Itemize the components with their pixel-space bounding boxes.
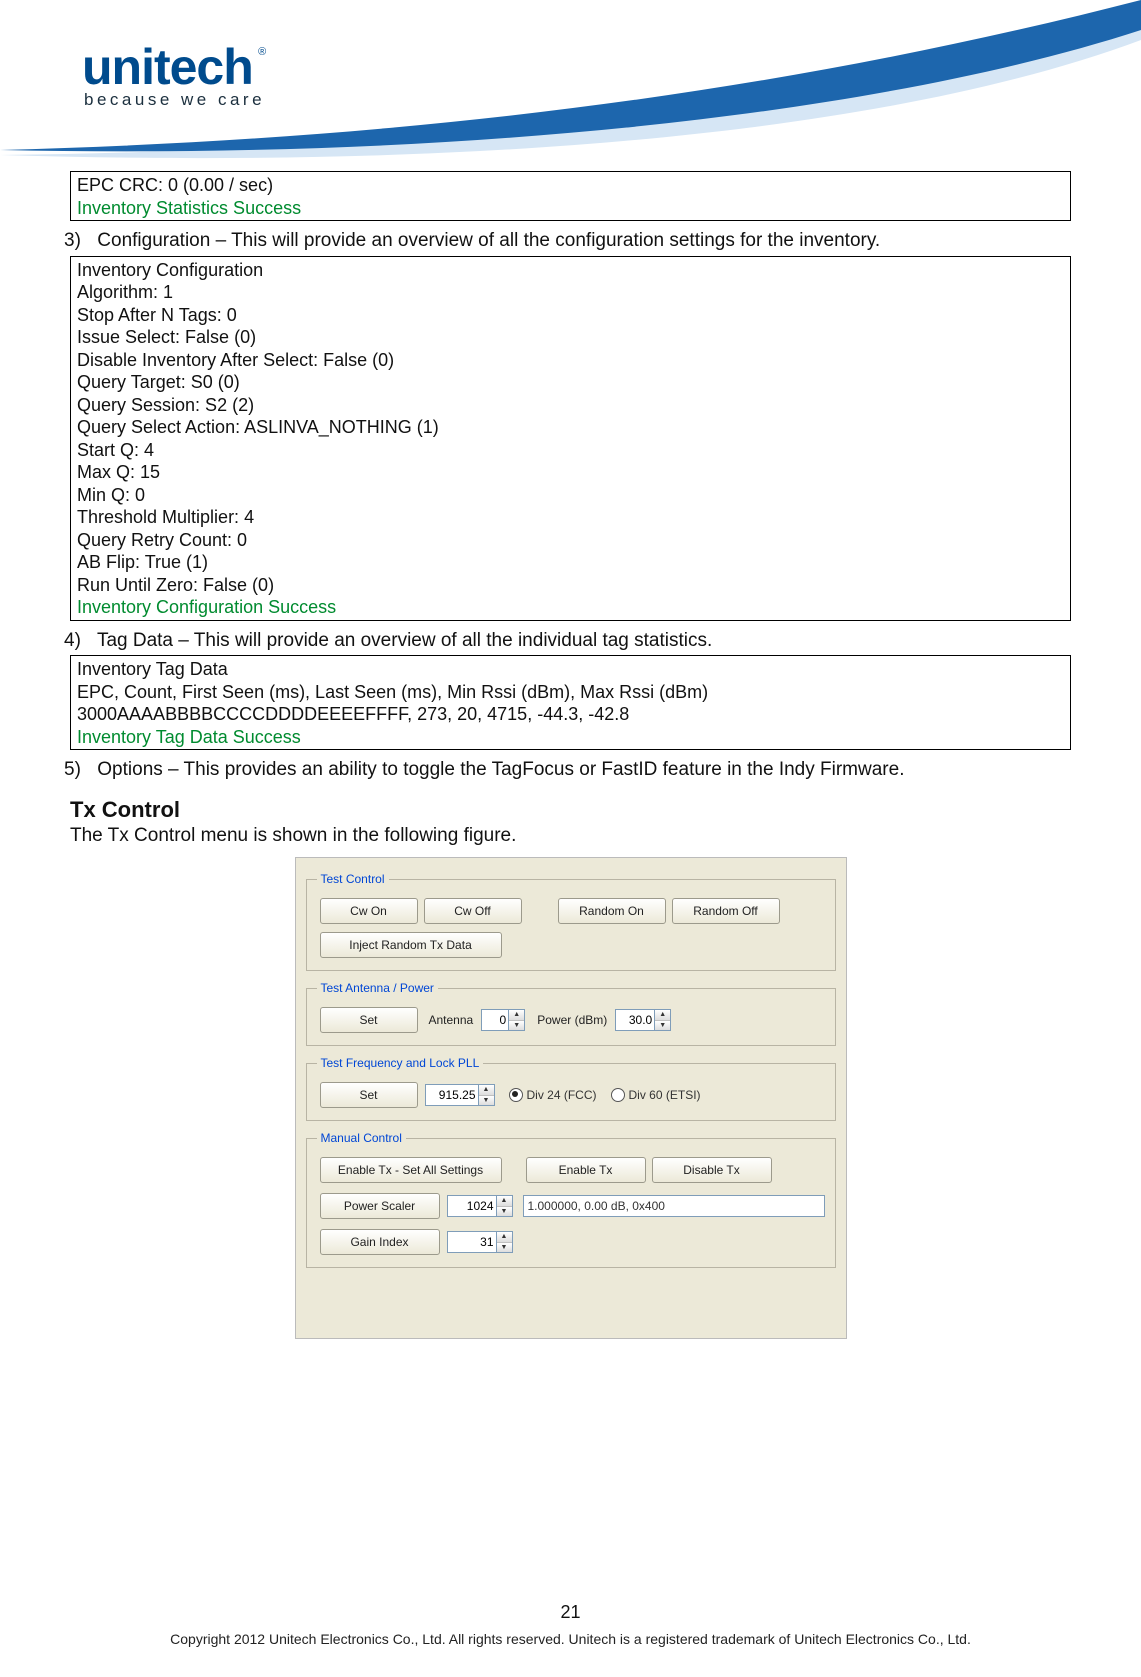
cfg-row: Query Select Action: ASLINVA_NOTHING (1) — [77, 416, 1064, 439]
gain-index-stepper[interactable]: ▲▼ — [447, 1231, 513, 1253]
enable-tx-all-button[interactable]: Enable Tx - Set All Settings — [320, 1157, 502, 1183]
group-antenna-power: Test Antenna / Power Set Antenna ▲▼ Powe… — [306, 981, 836, 1046]
cfg-row: Query Retry Count: 0 — [77, 529, 1064, 552]
gain-index-button[interactable]: Gain Index — [320, 1229, 440, 1255]
radio-label: Div 60 (ETSI) — [629, 1088, 701, 1102]
cw-off-button[interactable]: Cw Off — [424, 898, 522, 924]
box-title: Inventory Configuration — [77, 259, 1064, 282]
page: unitech ® because we care EPC CRC: 0 (0.… — [0, 0, 1141, 1677]
page-number: 21 — [0, 1602, 1141, 1623]
chevron-down-icon[interactable]: ▼ — [509, 1021, 524, 1031]
cfg-row: Stop After N Tags: 0 — [77, 304, 1064, 327]
cfg-row: Run Until Zero: False (0) — [77, 574, 1064, 597]
item-number: 5) — [64, 758, 92, 783]
box-epc-crc: EPC CRC: 0 (0.00 / sec) Inventory Statis… — [70, 171, 1071, 221]
copyright-text: Copyright 2012 Unitech Electronics Co., … — [0, 1631, 1141, 1647]
item-body: Tag Data – This will provide an overview… — [97, 630, 712, 651]
cfg-row: Min Q: 0 — [77, 484, 1064, 507]
set-freq-button[interactable]: Set — [320, 1082, 418, 1108]
text-line: EPC CRC: 0 (0.00 / sec) — [77, 174, 1064, 197]
group-legend: Test Frequency and Lock PLL — [317, 1056, 484, 1070]
radio-div60[interactable]: Div 60 (ETSI) — [611, 1088, 701, 1103]
group-legend: Manual Control — [317, 1131, 406, 1145]
header-row: EPC, Count, First Seen (ms), Last Seen (… — [77, 681, 1064, 704]
item-number: 3) — [64, 229, 92, 254]
freq-stepper[interactable]: ▲▼ — [425, 1084, 495, 1106]
cfg-row: Issue Select: False (0) — [77, 326, 1064, 349]
item-tagdata: 4) Tag Data – This will provide an overv… — [92, 629, 1071, 654]
inject-random-tx-button[interactable]: Inject Random Tx Data — [320, 932, 502, 958]
tx-control-heading: Tx Control — [70, 797, 1071, 823]
cfg-row: Start Q: 4 — [77, 439, 1064, 462]
chevron-up-icon[interactable]: ▲ — [479, 1085, 494, 1096]
gain-index-input[interactable] — [448, 1232, 496, 1252]
logo-trademark: ® — [258, 46, 266, 58]
box-tag-data: Inventory Tag Data EPC, Count, First See… — [70, 655, 1071, 750]
content-area: EPC CRC: 0 (0.00 / sec) Inventory Statis… — [0, 171, 1141, 1339]
cfg-row: Query Target: S0 (0) — [77, 371, 1064, 394]
group-legend: Test Antenna / Power — [317, 981, 438, 995]
chevron-down-icon[interactable]: ▼ — [497, 1243, 512, 1253]
cfg-row: Max Q: 15 — [77, 461, 1064, 484]
logo-brand: unitech — [82, 39, 253, 95]
page-header: unitech ® because we care — [0, 0, 1141, 170]
freq-input[interactable] — [426, 1085, 478, 1105]
cw-on-button[interactable]: Cw On — [320, 898, 418, 924]
cfg-row: AB Flip: True (1) — [77, 551, 1064, 574]
cfg-row: Algorithm: 1 — [77, 281, 1064, 304]
set-antenna-button[interactable]: Set — [320, 1007, 418, 1033]
group-legend: Test Control — [317, 872, 389, 886]
power-scaler-stepper[interactable]: ▲▼ — [447, 1195, 513, 1217]
logo: unitech ® because we care — [82, 38, 266, 110]
antenna-input[interactable] — [482, 1010, 508, 1030]
radio-div24[interactable]: Div 24 (FCC) — [509, 1088, 597, 1103]
logo-tagline: because we care — [84, 90, 266, 110]
chevron-up-icon[interactable]: ▲ — [509, 1010, 524, 1021]
power-stepper[interactable]: ▲▼ — [615, 1009, 671, 1031]
chevron-up-icon[interactable]: ▲ — [497, 1196, 512, 1207]
item-body: Options – This provides an ability to to… — [97, 759, 904, 780]
data-row: 3000AAAABBBBCCCCDDDDEEEEFFFF, 273, 20, 4… — [77, 703, 1064, 726]
group-manual-control: Manual Control Enable Tx - Set All Setti… — [306, 1131, 836, 1268]
chevron-up-icon[interactable]: ▲ — [655, 1010, 670, 1021]
tx-control-intro: The Tx Control menu is shown in the foll… — [70, 825, 1071, 847]
group-freq-pll: Test Frequency and Lock PLL Set ▲▼ Div 2… — [306, 1056, 836, 1121]
status-line: Inventory Configuration Success — [77, 596, 1064, 619]
radio-label: Div 24 (FCC) — [527, 1088, 597, 1102]
power-scaler-button[interactable]: Power Scaler — [320, 1193, 440, 1219]
box-title: Inventory Tag Data — [77, 658, 1064, 681]
status-line: Inventory Tag Data Success — [77, 726, 1064, 749]
power-scaler-readout: 1.000000, 0.00 dB, 0x400 — [523, 1195, 825, 1217]
power-label: Power (dBm) — [537, 1013, 607, 1027]
disable-tx-button[interactable]: Disable Tx — [652, 1157, 772, 1183]
power-scaler-input[interactable] — [448, 1196, 496, 1216]
item-body: Configuration – This will provide an ove… — [97, 230, 880, 251]
chevron-down-icon[interactable]: ▼ — [655, 1021, 670, 1031]
item-number: 4) — [64, 629, 92, 654]
item-options: 5) Options – This provides an ability to… — [92, 758, 1071, 783]
radio-icon — [611, 1088, 625, 1102]
box-inventory-config: Inventory Configuration Algorithm: 1 Sto… — [70, 256, 1071, 621]
cfg-row: Query Session: S2 (2) — [77, 394, 1064, 417]
random-on-button[interactable]: Random On — [558, 898, 666, 924]
group-test-control: Test Control Cw On Cw Off Random On Rand… — [306, 872, 836, 971]
item-configuration: 3) Configuration – This will provide an … — [92, 229, 1071, 254]
cfg-row: Threshold Multiplier: 4 — [77, 506, 1064, 529]
radio-icon — [509, 1088, 523, 1102]
tx-control-figure: Test Control Cw On Cw Off Random On Rand… — [295, 857, 847, 1339]
chevron-down-icon[interactable]: ▼ — [497, 1207, 512, 1217]
chevron-down-icon[interactable]: ▼ — [479, 1096, 494, 1106]
power-input[interactable] — [616, 1010, 654, 1030]
random-off-button[interactable]: Random Off — [672, 898, 780, 924]
cfg-row: Disable Inventory After Select: False (0… — [77, 349, 1064, 372]
antenna-label: Antenna — [429, 1013, 474, 1027]
enable-tx-button[interactable]: Enable Tx — [526, 1157, 646, 1183]
antenna-stepper[interactable]: ▲▼ — [481, 1009, 525, 1031]
status-line: Inventory Statistics Success — [77, 197, 1064, 220]
chevron-up-icon[interactable]: ▲ — [497, 1232, 512, 1243]
